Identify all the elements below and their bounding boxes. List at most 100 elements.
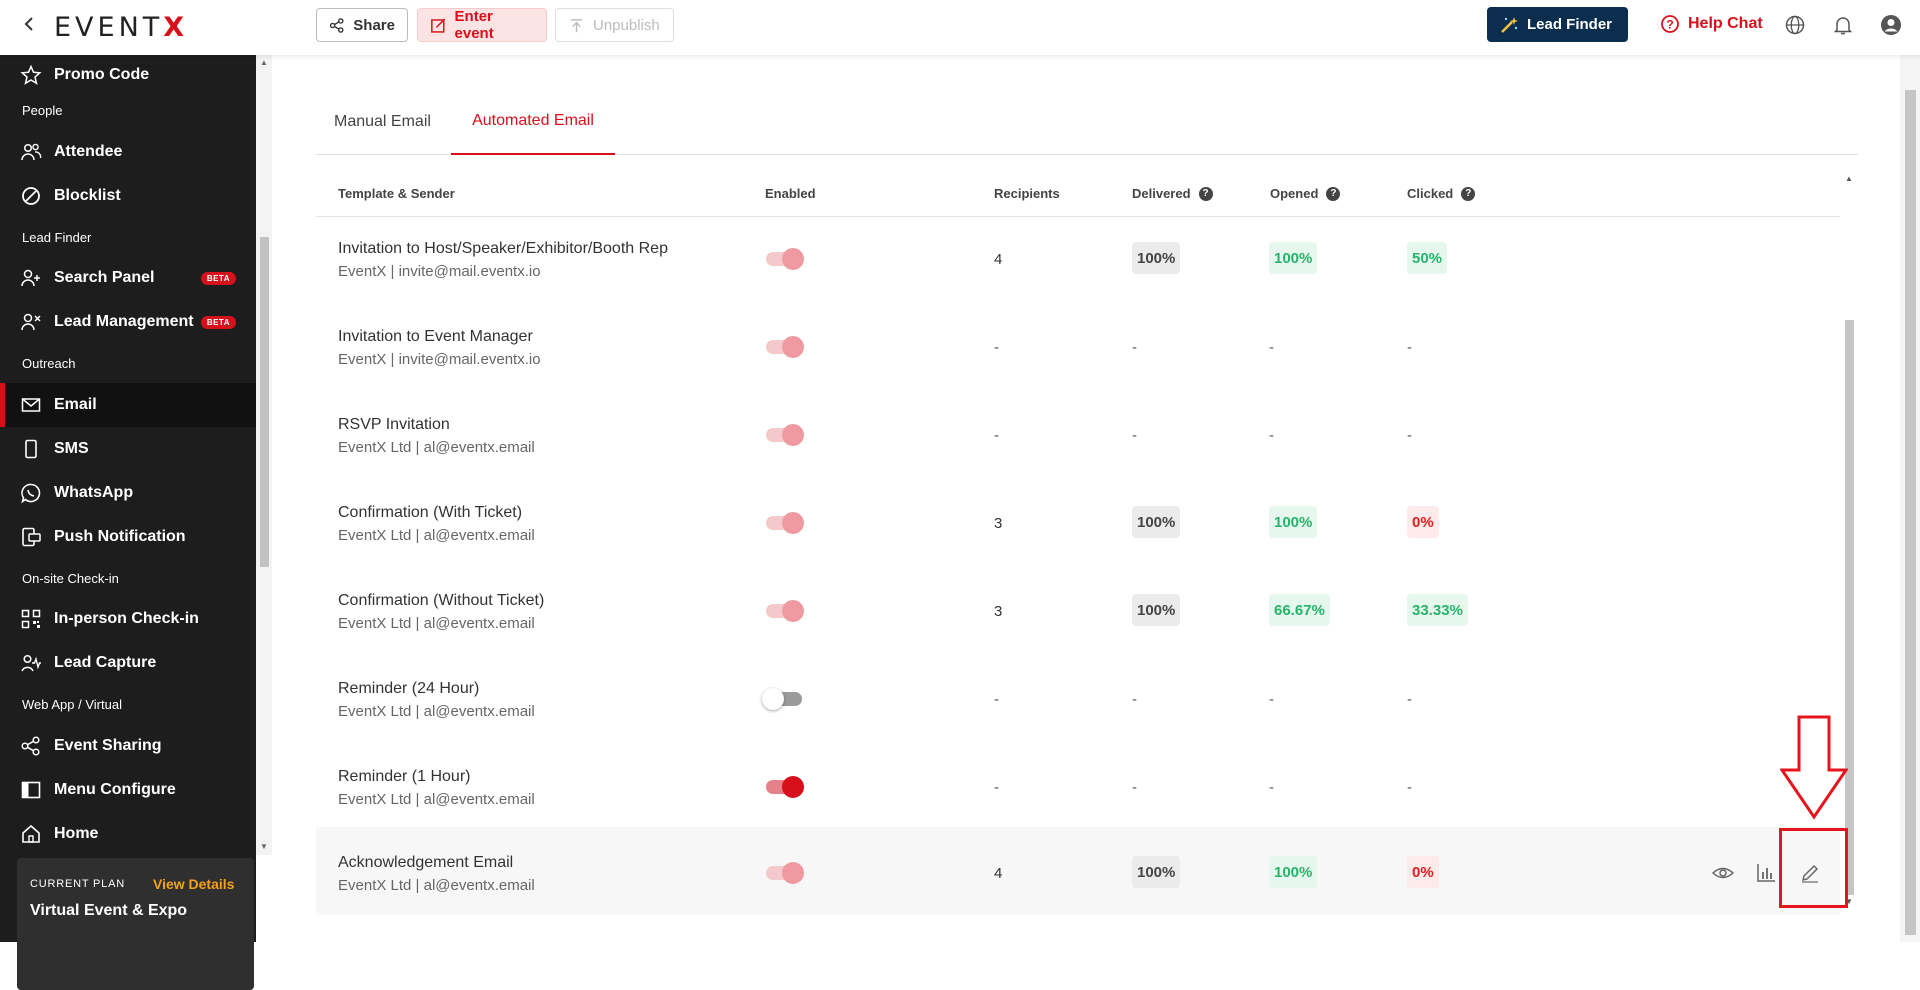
template-sender: EventX Ltd | al@eventx.email (338, 439, 535, 456)
opened-value: - (1269, 427, 1274, 444)
sidebar-item-search-panel[interactable]: Search Panel BETA (0, 256, 256, 300)
scroll-up-arrow-icon[interactable]: ▲ (260, 58, 268, 67)
user-plus-icon (21, 269, 40, 287)
sidebar-item-push-notification[interactable]: Push Notification (0, 515, 256, 559)
sidebar-section-people: People (22, 103, 63, 118)
sidebar-item-lead-capture[interactable]: Lead Capture (0, 641, 256, 685)
enter-event-button[interactable]: Enter event (417, 8, 547, 42)
sidebar-item-lead-management[interactable]: Lead Management BETA (0, 300, 256, 344)
upload-icon (570, 18, 583, 32)
opened-value: 100% (1269, 242, 1318, 274)
current-plan-label: CURRENT PLAN (30, 878, 125, 890)
help-icon[interactable]: ? (1198, 186, 1213, 201)
beta-badge: BETA (200, 315, 236, 329)
enabled-toggle[interactable] (766, 248, 804, 270)
qr-code-icon (21, 609, 41, 629)
template-name: Reminder (1 Hour) (338, 768, 471, 785)
lead-finder-button[interactable]: Lead Finder (1487, 7, 1628, 42)
globe-icon[interactable] (1784, 14, 1806, 36)
sidebar-item-promo-code[interactable]: Promo Code (0, 55, 256, 97)
sidebar-item-menu-configure[interactable]: Menu Configure (0, 768, 256, 812)
sidebar-item-event-sharing[interactable]: Event Sharing (0, 724, 256, 768)
sidebar-item-email[interactable]: Email (0, 383, 256, 427)
sidebar-item-home[interactable]: Home (0, 812, 256, 855)
table-header: Template & Sender Enabled Recipients Del… (316, 173, 1840, 217)
clicked-value: - (1407, 427, 1412, 444)
sidebar-section-lead-finder: Lead Finder (22, 230, 92, 245)
sidebar-item-whatsapp[interactable]: WhatsApp (0, 471, 256, 515)
view-details-link[interactable]: View Details (153, 876, 234, 892)
block-icon (22, 187, 40, 205)
delivered-value: 100% (1132, 242, 1181, 274)
enabled-toggle[interactable] (766, 776, 804, 798)
table-row[interactable]: Invitation to Event Manager EventX | inv… (316, 306, 1840, 394)
table-row[interactable]: Confirmation (With Ticket) EventX Ltd | … (316, 482, 1840, 570)
table-row[interactable]: Confirmation (Without Ticket) EventX Ltd… (316, 570, 1840, 658)
sidebar-item-label: Home (54, 825, 99, 842)
enabled-toggle[interactable] (766, 600, 804, 622)
magic-wand-icon (1501, 16, 1518, 33)
template-name: Confirmation (With Ticket) (338, 504, 523, 521)
enabled-toggle[interactable] (766, 862, 804, 884)
home-icon (22, 824, 40, 843)
clicked-value: - (1407, 691, 1412, 708)
table-row[interactable]: RSVP Invitation EventX Ltd | al@eventx.e… (316, 394, 1840, 482)
enabled-toggle[interactable] (766, 424, 804, 446)
page-scrollbar-thumb[interactable] (1905, 90, 1916, 935)
preview-eye-icon[interactable] (1711, 861, 1735, 885)
help-icon[interactable]: ? (1461, 186, 1476, 201)
plan-name: Virtual Event & Expo (30, 902, 188, 919)
eventx-logo[interactable]: EVENTX (54, 12, 188, 43)
bell-icon[interactable] (1832, 14, 1854, 36)
header-template-sender: Template & Sender (338, 186, 455, 201)
opened-value: 100% (1269, 856, 1318, 888)
sidebar-item-label: In-person Check-in (54, 610, 199, 627)
header-delivered: Delivered? (1132, 186, 1213, 201)
recipients-value: - (994, 427, 999, 444)
template-sender: EventX | invite@mail.eventx.io (338, 263, 541, 280)
unpublish-button[interactable]: Unpublish (555, 8, 674, 42)
opened-value: 66.67% (1269, 594, 1330, 626)
sidebar-item-blocklist[interactable]: Blocklist (0, 174, 256, 218)
enabled-toggle[interactable] (762, 688, 802, 710)
table-row[interactable]: Acknowledgement Email EventX Ltd | al@ev… (316, 827, 1840, 915)
lead-finder-label: Lead Finder (1527, 16, 1613, 33)
annotation-arrow-icon (1780, 715, 1848, 820)
phone-icon (25, 439, 37, 459)
sidebar-item-in-person-check-in[interactable]: In-person Check-in (0, 597, 256, 641)
enabled-toggle[interactable] (766, 336, 804, 358)
share-button[interactable]: Share (316, 8, 408, 42)
help-icon[interactable]: ? (1326, 186, 1341, 201)
sidebar-item-label: Search Panel (54, 269, 155, 286)
user-avatar-icon[interactable] (1880, 14, 1902, 36)
unpublish-label: Unpublish (593, 16, 660, 34)
share-icon (329, 17, 344, 33)
delivered-value: 100% (1132, 506, 1181, 538)
enabled-toggle[interactable] (766, 512, 804, 534)
template-sender: EventX Ltd | al@eventx.email (338, 791, 535, 808)
table-row[interactable]: Invitation to Host/Speaker/Exhibitor/Boo… (316, 218, 1840, 306)
scroll-down-arrow-icon[interactable]: ▼ (260, 842, 268, 851)
sidebar-item-label: Event Sharing (54, 737, 162, 754)
template-name: Invitation to Host/Speaker/Exhibitor/Boo… (338, 240, 668, 257)
clicked-value: - (1407, 339, 1412, 356)
delivered-value: 100% (1132, 856, 1181, 888)
user-activity-icon (21, 654, 41, 672)
sidebar-item-attendee[interactable]: Attendee (0, 130, 256, 174)
tab-automated-email[interactable]: Automated Email (451, 88, 615, 155)
template-sender: EventX Ltd | al@eventx.email (338, 615, 535, 632)
recipients-value: - (994, 691, 999, 708)
share-icon (21, 736, 40, 756)
help-chat-button[interactable]: ? Help Chat (1660, 14, 1763, 34)
whatsapp-icon (21, 483, 41, 504)
clicked-value: - (1407, 779, 1412, 796)
sidebar-scrollbar-thumb[interactable] (260, 237, 269, 567)
bar-chart-icon[interactable] (1754, 861, 1778, 885)
tab-manual-email[interactable]: Manual Email (334, 88, 431, 155)
sidebar-item-sms[interactable]: SMS (0, 427, 256, 471)
scroll-up-arrow-icon[interactable]: ▲ (1845, 174, 1853, 183)
table-row[interactable]: Reminder (1 Hour) EventX Ltd | al@eventx… (316, 746, 1840, 834)
sidebar-item-label: Push Notification (54, 528, 186, 545)
chevron-left-icon[interactable] (20, 14, 40, 34)
table-row[interactable]: Reminder (24 Hour) EventX Ltd | al@event… (316, 658, 1840, 746)
